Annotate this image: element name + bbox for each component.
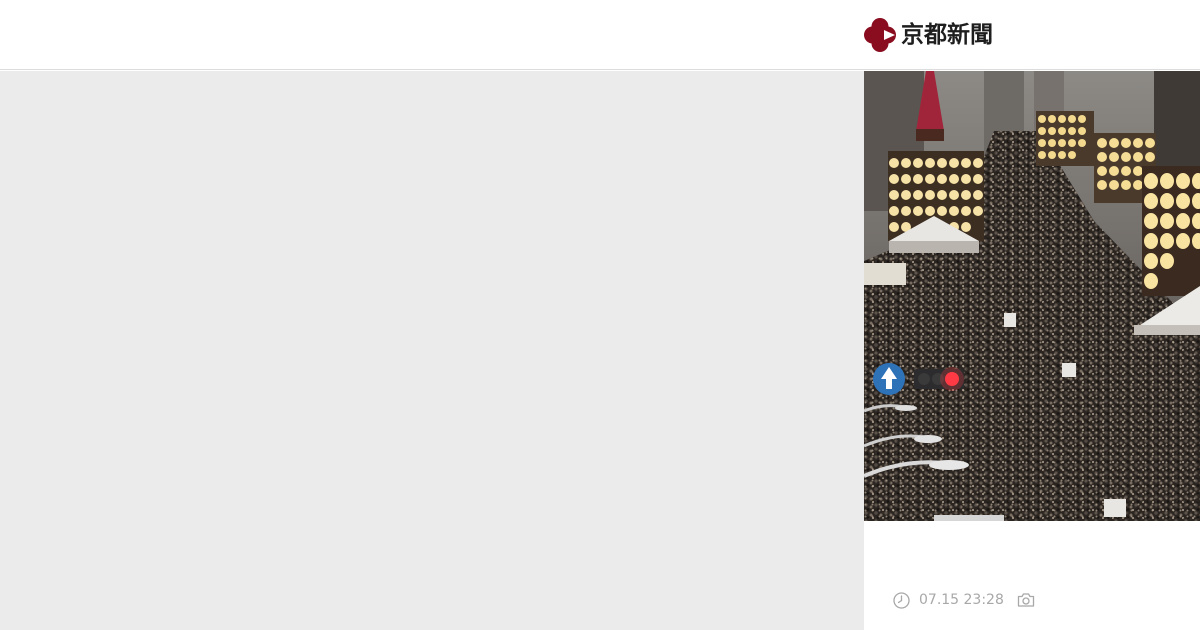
- content-placeholder: [0, 71, 864, 630]
- clock-icon: [893, 591, 910, 609]
- site-logo[interactable]: 京都新聞: [864, 18, 993, 52]
- festival-crowd-photo: [864, 71, 1200, 521]
- logo-text: 京都新聞: [901, 22, 993, 48]
- camera-icon[interactable]: [1017, 592, 1035, 608]
- kyoto-shimbun-mark-icon: [864, 18, 896, 52]
- article-sidebar: 07.15 23:28: [864, 71, 1200, 630]
- timestamp: 07.15 23:28: [919, 592, 1004, 608]
- site-header: 京都新聞: [0, 0, 1200, 70]
- article-photo[interactable]: [864, 71, 1200, 521]
- article-meta: 07.15 23:28: [893, 590, 1035, 610]
